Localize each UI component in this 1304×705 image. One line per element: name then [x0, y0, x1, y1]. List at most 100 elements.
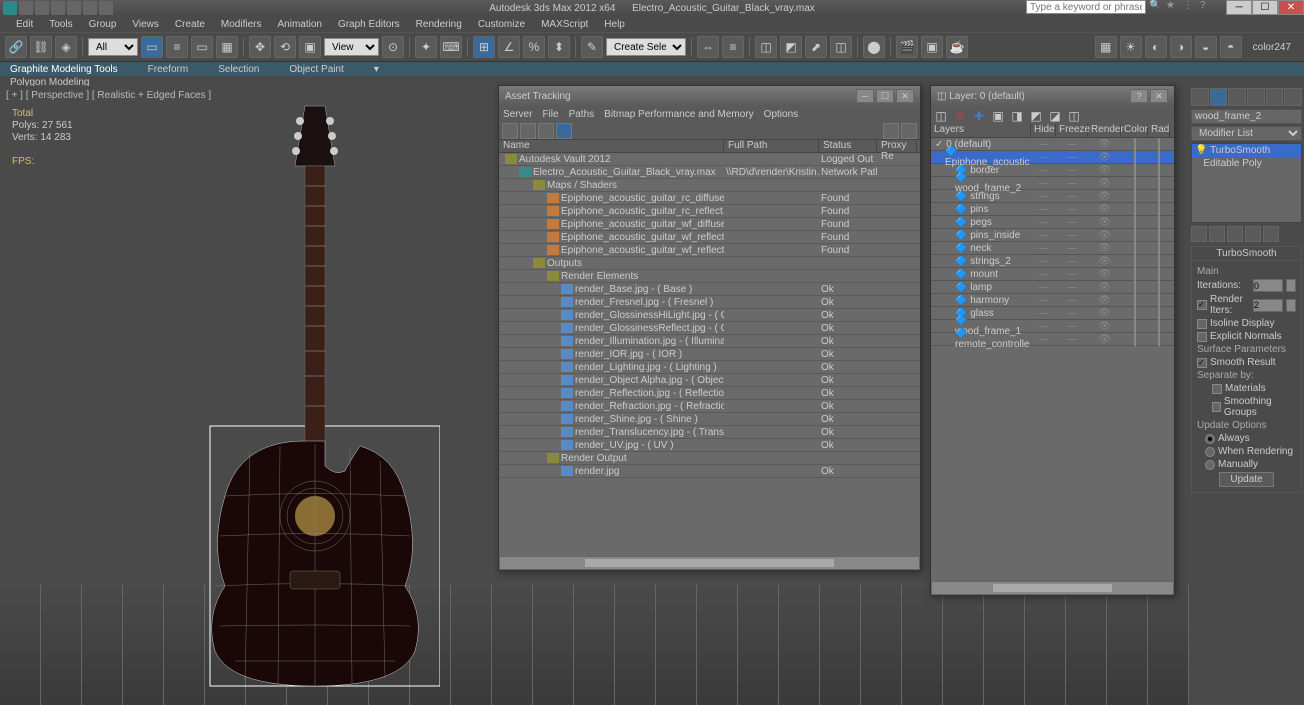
at-scrollbar[interactable] — [499, 556, 920, 570]
asset-row[interactable]: render_Object Alpha.jpg - ( Object Alpha… — [499, 374, 920, 387]
render-iters-field[interactable] — [1253, 299, 1283, 312]
asset-row[interactable]: Epiphone_acoustic_guitar_rc_diffuse.pngF… — [499, 192, 920, 205]
menu-edit[interactable]: Edit — [8, 19, 41, 30]
at-col-fullpath[interactable]: Full Path — [724, 140, 819, 152]
at-col-proxy[interactable]: Proxy Re — [877, 140, 917, 152]
keyboard-icon[interactable]: ⌨ — [440, 36, 462, 58]
at-menu-paths[interactable]: Paths — [569, 109, 595, 120]
layer-scrollbar[interactable] — [931, 581, 1174, 595]
asset-row[interactable]: render_Refraction.jpg - ( Refraction )Ok — [499, 400, 920, 413]
layer-col-render[interactable]: Render — [1088, 124, 1121, 137]
move-icon[interactable]: ✥ — [249, 36, 271, 58]
update-button[interactable]: Update — [1219, 472, 1273, 487]
ribbon-dropdown-icon[interactable]: ▾ — [374, 64, 379, 75]
layer-row[interactable]: 🔷 pegs——👁 — [931, 216, 1174, 229]
manipulate-icon[interactable]: ✦ — [415, 36, 437, 58]
binoculars-icon[interactable]: 🔍 — [1149, 0, 1163, 14]
layer-row[interactable]: 🔷 pins——👁 — [931, 203, 1174, 216]
ribbon-object-paint[interactable]: Object Paint — [289, 64, 343, 75]
at-icon-r1[interactable] — [883, 123, 899, 139]
at-menu-server[interactable]: Server — [503, 109, 532, 120]
asset-row[interactable]: Epiphone_acoustic_guitar_rc_reflect.pngF… — [499, 205, 920, 218]
align-icon[interactable]: ≡ — [722, 36, 744, 58]
layer-delete-icon[interactable]: ✕ — [952, 108, 968, 124]
menu-create[interactable]: Create — [167, 19, 213, 30]
explicit-checkbox[interactable] — [1197, 332, 1207, 342]
rollout-title[interactable]: TurboSmooth — [1192, 247, 1301, 261]
object-name-field[interactable] — [1191, 109, 1302, 124]
rps2-icon[interactable]: ☀ — [1120, 36, 1142, 58]
hierarchy-tab-icon[interactable] — [1228, 88, 1246, 106]
at-col-status[interactable]: Status — [819, 140, 877, 152]
named-sel-combo[interactable]: Create Selection S — [606, 38, 686, 56]
layer-col-freeze[interactable]: Freeze — [1056, 124, 1088, 137]
layer-add-icon[interactable]: ✚ — [971, 108, 987, 124]
mod-editable-poly[interactable]: Editable Poly — [1192, 157, 1301, 170]
modify-tab-icon[interactable] — [1210, 88, 1228, 106]
asset-row[interactable]: render_Reflection.jpg - ( Reflection )Ok — [499, 387, 920, 400]
select-region-icon[interactable]: ▭ — [191, 36, 213, 58]
layer-select-icon[interactable]: ▣ — [990, 108, 1006, 124]
menu-modifiers[interactable]: Modifiers — [213, 19, 270, 30]
layer-row[interactable]: 🔷 wood_frame_2——👁 — [931, 177, 1174, 190]
when-rendering-radio[interactable] — [1205, 447, 1215, 457]
iterations-field[interactable] — [1253, 279, 1283, 292]
layer-row[interactable]: 🔷 Epiphone_acoustic——👁 — [931, 151, 1174, 164]
redo-icon[interactable] — [83, 1, 97, 15]
at-tree-icon[interactable] — [556, 123, 572, 139]
layer-row[interactable]: 🔷 neck——👁 — [931, 242, 1174, 255]
pin-stack-icon[interactable] — [1191, 226, 1207, 242]
iterations-spinner[interactable] — [1286, 279, 1296, 292]
manually-radio[interactable] — [1205, 460, 1215, 470]
render-icon[interactable]: ☕ — [946, 36, 968, 58]
link-icon[interactable] — [99, 1, 113, 15]
material-editor-icon[interactable]: ⬤ — [863, 36, 885, 58]
spinner-snap-icon[interactable]: ⬍ — [548, 36, 570, 58]
layer-close-button[interactable]: ✕ — [1150, 89, 1168, 103]
unlink-icon[interactable]: ⛓ — [30, 36, 52, 58]
menu-group[interactable]: Group — [81, 19, 125, 30]
rps5-icon[interactable]: ◒ — [1195, 36, 1217, 58]
render-iters-spinner[interactable] — [1286, 299, 1296, 312]
layer-row[interactable]: 🔷 remote_controlle——👁 — [931, 333, 1174, 346]
minimize-button[interactable]: ─ — [1226, 0, 1252, 15]
maximize-button[interactable]: ☐ — [1252, 0, 1278, 15]
motion-tab-icon[interactable] — [1247, 88, 1265, 106]
asset-row[interactable]: render_Fresnel.jpg - ( Fresnel )Ok — [499, 296, 920, 309]
at-menu-file[interactable]: File — [542, 109, 558, 120]
layer-new-icon[interactable]: ◫ — [933, 108, 949, 124]
asset-row[interactable]: render_IOR.jpg - ( IOR )Ok — [499, 348, 920, 361]
modifier-stack[interactable]: 💡 TurboSmooth Editable Poly — [1191, 143, 1302, 223]
smoothing-groups-checkbox[interactable] — [1212, 402, 1221, 412]
edit-named-icon[interactable]: ✎ — [581, 36, 603, 58]
asset-row[interactable]: render_GlossinessReflect.jpg - ( Glossin… — [499, 322, 920, 335]
at-maximize-button[interactable]: ☐ — [876, 89, 894, 103]
menu-customize[interactable]: Customize — [470, 19, 533, 30]
layer-col-color[interactable]: Color — [1121, 124, 1148, 137]
layer-col-layers[interactable]: Layers — [931, 124, 1031, 137]
at-icon2[interactable] — [520, 123, 536, 139]
snap-icon[interactable]: ⊞ — [473, 36, 495, 58]
window-crossing-icon[interactable]: ▦ — [216, 36, 238, 58]
layer-col-rad[interactable]: Rad — [1148, 124, 1170, 137]
utilities-tab-icon[interactable] — [1284, 88, 1302, 106]
asset-row[interactable]: render_Shine.jpg - ( Shine )Ok — [499, 413, 920, 426]
at-close-button[interactable]: ✕ — [896, 89, 914, 103]
search-input[interactable] — [1026, 0, 1146, 14]
help-icon[interactable]: ? — [1200, 0, 1214, 14]
create-tab-icon[interactable] — [1191, 88, 1209, 106]
rps-icon[interactable]: ▦ — [1095, 36, 1117, 58]
asset-row[interactable]: render.jpgOk — [499, 465, 920, 478]
at-col-name[interactable]: Name — [499, 140, 724, 152]
ribbon-selection[interactable]: Selection — [218, 64, 259, 75]
asset-row[interactable]: render_UV.jpg - ( UV )Ok — [499, 439, 920, 452]
layer-icon8[interactable]: ◫ — [1066, 108, 1082, 124]
asset-row[interactable]: Render Output — [499, 452, 920, 465]
asset-row[interactable]: Autodesk Vault 2012Logged Out ... — [499, 153, 920, 166]
menu-maxscript[interactable]: MAXScript — [533, 19, 596, 30]
swatch-label[interactable]: color247 — [1253, 42, 1291, 53]
bind-icon[interactable]: ◈ — [55, 36, 77, 58]
rps3-icon[interactable]: ◐ — [1145, 36, 1167, 58]
pivot-icon[interactable]: ⊙ — [382, 36, 404, 58]
menu-animation[interactable]: Animation — [269, 19, 329, 30]
